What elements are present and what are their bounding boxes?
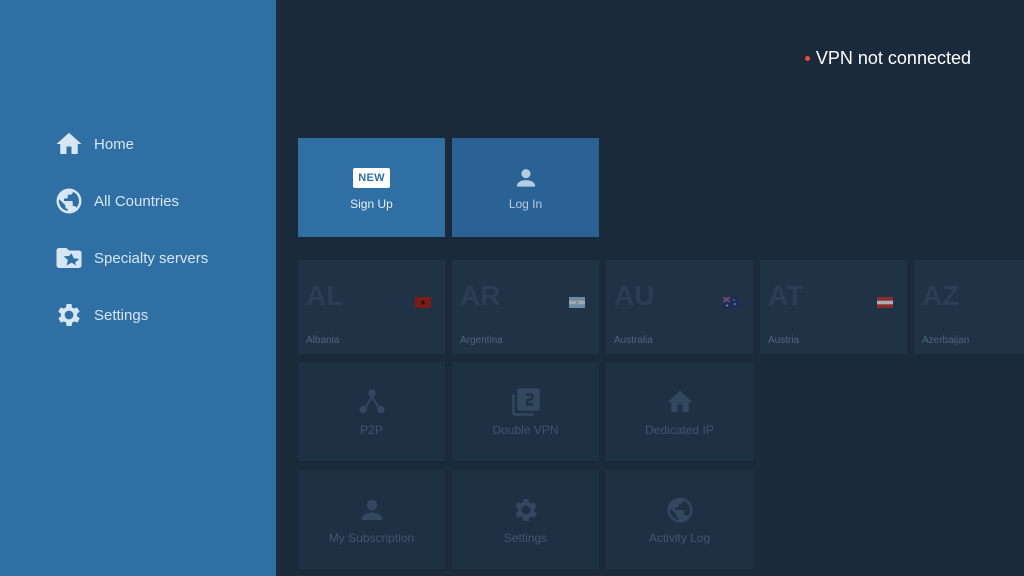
sidebar-item-home[interactable]: Home — [54, 128, 134, 160]
folder-star-icon — [54, 243, 84, 273]
country-tile-albania[interactable]: AL Albania — [298, 260, 445, 354]
status-dot-icon — [804, 55, 810, 61]
sign-up-label: Sign Up — [350, 196, 393, 211]
double-vpn-tile[interactable]: Double VPN — [452, 362, 599, 461]
austria-flag-icon — [877, 297, 893, 308]
country-name: Albania — [306, 335, 340, 346]
my-subscription-label: My Subscription — [328, 530, 415, 545]
user-icon — [513, 165, 539, 191]
activity-log-label: Activity Log — [648, 530, 711, 545]
globe-icon — [54, 186, 84, 216]
my-subscription-tile[interactable]: My Subscription — [298, 470, 445, 569]
country-code: AT — [768, 280, 804, 311]
sidebar-item-label: Settings — [94, 306, 149, 324]
sidebar-item-all-countries[interactable]: All Countries — [54, 185, 179, 217]
log-in-label: Log In — [508, 196, 543, 211]
p2p-icon — [359, 389, 384, 413]
sign-up-tile[interactable]: NEW Sign Up — [298, 138, 445, 237]
gear-icon — [514, 498, 537, 521]
country-tile-austria[interactable]: AT Austria — [760, 260, 907, 354]
country-name: Azerbaijan — [922, 335, 970, 346]
sidebar-item-settings[interactable]: Settings — [54, 299, 148, 331]
country-name: Australia — [614, 335, 653, 346]
double-vpn-label: Double VPN — [492, 422, 559, 437]
double-vpn-icon — [511, 387, 540, 416]
sidebar-item-specialty-servers[interactable]: Specialty servers — [54, 242, 208, 274]
settings-label: Settings — [503, 530, 548, 545]
home-icon — [54, 129, 84, 159]
country-code: AZ — [922, 280, 960, 311]
country-name: Austria — [768, 335, 800, 346]
p2p-tile[interactable]: P2P — [298, 362, 445, 461]
settings-tile[interactable]: Settings — [452, 470, 599, 569]
activity-log-tile[interactable]: Activity Log — [606, 470, 753, 569]
user-icon — [360, 499, 383, 520]
sidebar-item-label: All Countries — [94, 192, 180, 210]
status-text: VPN not connected — [815, 47, 971, 68]
sidebar: Home All Countries Specialty servers Set… — [0, 0, 276, 576]
albania-flag-icon — [415, 297, 431, 308]
connection-status: VPN not connected — [804, 46, 971, 70]
country-code: AU — [614, 280, 655, 311]
dedicated-ip-label: Dedicated IP — [645, 422, 714, 437]
australia-flag-icon — [723, 297, 739, 308]
dedicated-ip-tile[interactable]: Dedicated IP — [606, 362, 753, 461]
country-code: AL — [306, 280, 344, 311]
argentina-flag-icon — [569, 297, 585, 308]
p2p-label: P2P — [360, 422, 383, 437]
house-icon — [667, 390, 692, 412]
country-tile-azerbaijan[interactable]: AZ Azerbaijan — [914, 260, 1024, 354]
sidebar-item-label: Home — [94, 135, 135, 153]
country-name: Argentina — [460, 335, 503, 346]
globe-icon — [667, 497, 692, 522]
country-tile-australia[interactable]: AU Australia — [606, 260, 753, 354]
country-code: AR — [460, 280, 501, 311]
country-tile-argentina[interactable]: AR Argentina — [452, 260, 599, 354]
sidebar-item-label: Specialty servers — [94, 249, 209, 267]
new-badge-icon: NEW — [353, 167, 390, 188]
log-in-tile[interactable]: Log In — [452, 138, 599, 237]
gear-icon — [54, 300, 84, 330]
